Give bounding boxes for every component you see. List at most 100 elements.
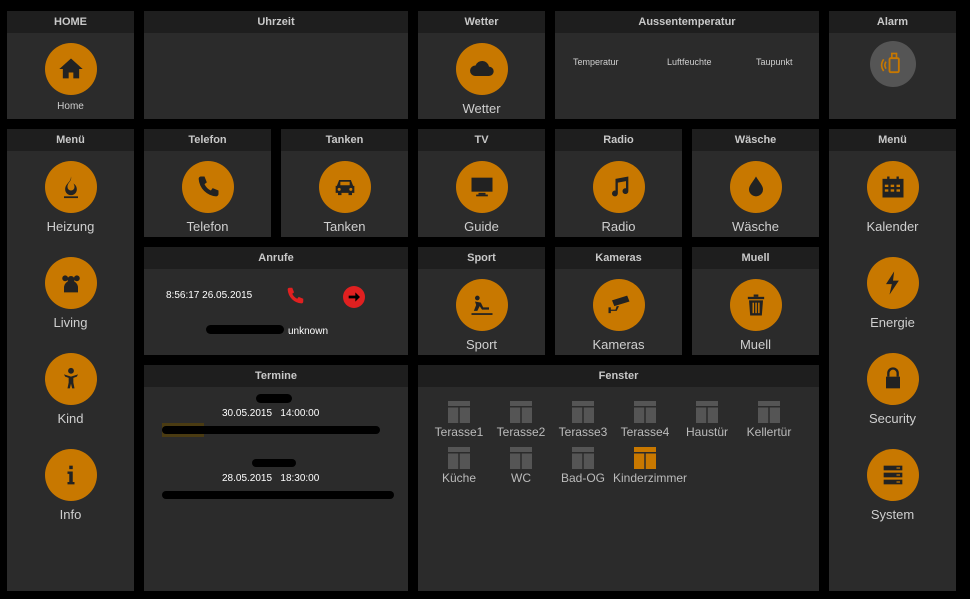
home-icon bbox=[44, 43, 97, 95]
phone-icon bbox=[181, 161, 234, 213]
menu-item-label: Info bbox=[59, 507, 82, 522]
menu-item-label: Energie bbox=[870, 315, 915, 330]
phone-red-icon[interactable] bbox=[284, 285, 306, 307]
window-icon bbox=[634, 401, 656, 423]
window-icon bbox=[572, 401, 594, 423]
window-status-item[interactable]: Terasse4 bbox=[613, 401, 677, 439]
trash-tile[interactable]: Muell bbox=[692, 279, 819, 352]
menu-item-info[interactable]: Info bbox=[7, 449, 134, 522]
window-label: Terasse3 bbox=[558, 425, 608, 439]
home-tile[interactable]: Home bbox=[7, 43, 134, 112]
laundry-panel: Wäsche Wäsche bbox=[692, 129, 819, 237]
window-status-item[interactable]: Terasse2 bbox=[489, 401, 553, 439]
window-label: Kellertür bbox=[746, 425, 792, 439]
alarm-device-icon bbox=[869, 41, 916, 87]
monitor-icon bbox=[455, 161, 508, 213]
menu-item-label: Living bbox=[53, 315, 88, 330]
panel-title: TV bbox=[418, 129, 545, 151]
menu-item-label: Kind bbox=[57, 411, 84, 426]
panel-title: Radio bbox=[555, 129, 682, 151]
weather-tile[interactable]: Wetter bbox=[418, 43, 545, 116]
humidity-label: Luftfeuchte bbox=[667, 57, 712, 67]
weather-panel: Wetter Wetter bbox=[418, 11, 545, 119]
sport-panel: Sport Sport bbox=[418, 247, 545, 355]
menu-item-label: Security bbox=[869, 411, 916, 426]
appointment-date: 30.05.2015 14:00:00 bbox=[222, 408, 320, 419]
panel-title: Menü bbox=[7, 129, 134, 151]
appointment-date: 28.05.2015 18:30:00 bbox=[222, 473, 320, 484]
menu-item-system[interactable]: System bbox=[829, 449, 956, 522]
alarm-panel: Alarm bbox=[829, 11, 956, 119]
menu-item-living[interactable]: Living bbox=[7, 257, 134, 330]
window-status-item[interactable]: WC bbox=[489, 447, 553, 485]
window-status-item[interactable]: Kinderzimmer bbox=[613, 447, 687, 485]
window-icon bbox=[572, 447, 594, 469]
water-drop-icon bbox=[729, 161, 782, 213]
cameras-label: Kameras bbox=[592, 337, 645, 352]
arrow-right-icon[interactable] bbox=[343, 286, 365, 308]
window-label: Küche bbox=[441, 471, 477, 485]
alarm-tile[interactable] bbox=[829, 41, 956, 87]
redacted-owner bbox=[256, 394, 292, 403]
radio-label: Radio bbox=[601, 219, 636, 234]
tv-panel: TV Guide bbox=[418, 129, 545, 237]
calls-panel: Anrufe 8:56:17 26.05.2015 unknown bbox=[144, 247, 408, 355]
phone-panel: Telefon Telefon bbox=[144, 129, 271, 237]
appointments-panel: Termine 30.05.2015 14:00:00 28.05.2015 1… bbox=[144, 365, 408, 591]
windows-panel: Fenster Terasse1 Terasse2 Terasse3 Terasse4… bbox=[418, 365, 819, 591]
clock-panel: Uhrzeit bbox=[144, 11, 408, 119]
menu-left-panel: Menü Heizung Living Kind Info bbox=[7, 129, 134, 591]
panel-title: Aussentemperatur bbox=[555, 11, 819, 33]
panel-title: HOME bbox=[7, 11, 134, 33]
car-icon bbox=[318, 161, 371, 213]
server-icon bbox=[866, 449, 919, 501]
window-status-item[interactable]: Terasse1 bbox=[427, 401, 491, 439]
trash-label: Muell bbox=[739, 337, 772, 352]
panel-title: Uhrzeit bbox=[144, 11, 408, 33]
menu-item-label: System bbox=[870, 507, 915, 522]
menu-right-panel: Menü Kalender Energie Security System bbox=[829, 129, 956, 591]
menu-item-kind[interactable]: Kind bbox=[7, 353, 134, 426]
window-label: WC bbox=[511, 471, 531, 485]
window-status-item[interactable]: Terasse3 bbox=[551, 401, 615, 439]
panel-title: Wetter bbox=[418, 11, 545, 33]
menu-item-security[interactable]: Security bbox=[829, 353, 956, 426]
sport-tile[interactable]: Sport bbox=[418, 279, 545, 352]
radio-tile[interactable]: Radio bbox=[555, 161, 682, 234]
panel-title: Sport bbox=[418, 247, 545, 269]
redacted-appointment-title bbox=[162, 491, 394, 499]
window-status-item[interactable]: Bad-OG bbox=[551, 447, 615, 485]
redacted-number bbox=[206, 325, 284, 334]
sport-label: Sport bbox=[465, 337, 498, 352]
weather-label: Wetter bbox=[462, 101, 501, 116]
child-icon bbox=[44, 353, 97, 405]
workout-icon bbox=[455, 279, 508, 331]
panel-title: Menü bbox=[829, 129, 956, 151]
panel-title: Alarm bbox=[829, 11, 956, 33]
tv-label: Guide bbox=[464, 219, 499, 234]
window-label: Terasse1 bbox=[434, 425, 484, 439]
laundry-tile[interactable]: Wäsche bbox=[692, 161, 819, 234]
menu-item-heizung[interactable]: Heizung bbox=[7, 161, 134, 234]
window-status-item[interactable]: Küche bbox=[427, 447, 491, 485]
lock-icon bbox=[866, 353, 919, 405]
window-label: Haustür bbox=[685, 425, 729, 439]
calendar-icon bbox=[866, 161, 919, 213]
trash-icon bbox=[729, 279, 782, 331]
menu-item-label: Kalender bbox=[866, 219, 919, 234]
cameras-tile[interactable]: Kameras bbox=[555, 279, 682, 352]
temperature-label: Temperatur bbox=[573, 57, 619, 67]
trash-panel: Muell Muell bbox=[692, 247, 819, 355]
tv-tile[interactable]: Guide bbox=[418, 161, 545, 234]
redacted-owner bbox=[252, 459, 296, 467]
window-status-item[interactable]: Kellertür bbox=[737, 401, 801, 439]
menu-item-energie[interactable]: Energie bbox=[829, 257, 956, 330]
fuel-tile[interactable]: Tanken bbox=[281, 161, 408, 234]
flame-icon bbox=[44, 161, 97, 213]
window-status-item[interactable]: Haustür bbox=[675, 401, 739, 439]
menu-item-kalender[interactable]: Kalender bbox=[829, 161, 956, 234]
panel-title: Tanken bbox=[281, 129, 408, 151]
phone-tile[interactable]: Telefon bbox=[144, 161, 271, 234]
security-camera-icon bbox=[592, 279, 645, 331]
panel-title: Telefon bbox=[144, 129, 271, 151]
